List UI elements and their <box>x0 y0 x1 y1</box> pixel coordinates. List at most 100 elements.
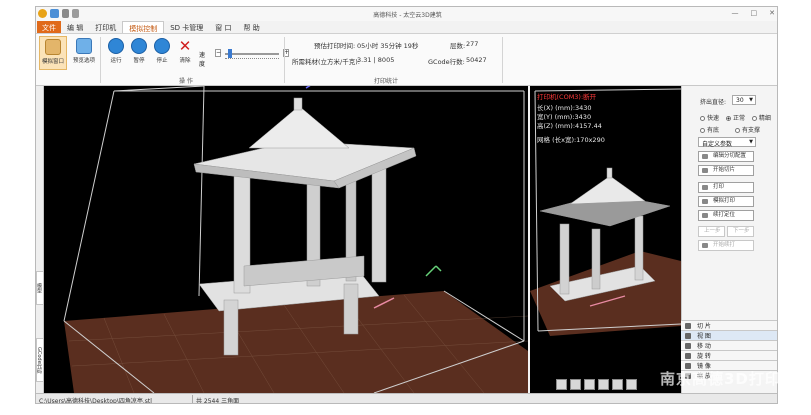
profile-select[interactable]: 自定义参数 ▼ <box>698 137 756 148</box>
rotate-icon <box>685 353 691 359</box>
nozzle-diameter-select[interactable]: 30 ▼ <box>732 95 756 105</box>
view-side-icon[interactable] <box>570 379 581 390</box>
layers-label: 层数: <box>450 42 466 50</box>
support-radio[interactable]: 有支撑 <box>734 127 760 134</box>
settings-icon <box>702 154 708 159</box>
file-path: C:\Users\高德科技\Desktop\四角凉亭.stl <box>39 398 152 404</box>
main-scene <box>63 86 528 393</box>
material-value: 3.31 | 8005 <box>357 56 395 64</box>
menu-help[interactable]: 帮 助 <box>238 21 266 33</box>
previous-step-button[interactable]: 上一步 <box>698 226 725 237</box>
speed-slider-ticks <box>225 58 279 60</box>
simulate-window-label: 模拟窗口 <box>41 59 64 65</box>
dimension-height: 高(Z) (mm):4157.44 <box>537 122 602 130</box>
slice-icon <box>685 323 691 329</box>
watermark: 南京高德3D打印 <box>660 370 781 388</box>
view-zoom-icon[interactable] <box>612 379 623 390</box>
material-label: 所需耗材(立方米/千克): <box>292 58 360 66</box>
start-slice-button[interactable]: 开始切片 <box>698 165 754 176</box>
play-icon <box>108 38 124 54</box>
side-3d-viewport[interactable] <box>530 86 681 393</box>
stop-icon <box>154 38 170 54</box>
simulate-window-button[interactable]: 模拟窗口 <box>39 36 67 70</box>
speed-label: 速度 <box>199 52 206 68</box>
left-tab-strip: 模型 GCode代码 <box>36 86 44 393</box>
status-separator <box>192 395 193 403</box>
menu-file[interactable]: 文件 <box>37 21 61 33</box>
ribbon: 模拟窗口 预览选项 运行 暂停 停止 ✕ 清除 速度 − + 操 作 预估打印时… <box>36 34 777 86</box>
menu-printer[interactable]: 打印机 <box>89 21 122 33</box>
simulate-icon <box>702 199 708 204</box>
profile-select-value: 自定义参数 <box>702 141 733 148</box>
preview-label: 预览选项 <box>72 58 95 64</box>
resume-position-button[interactable]: 续打定位 <box>698 210 754 221</box>
menu-edit[interactable]: 编 辑 <box>61 21 89 33</box>
nozzle-diameter-value: 30 <box>736 97 744 104</box>
print-button[interactable]: 打印 <box>698 182 754 193</box>
application-window: 高德科技 - 太空云3D建筑 — □ ✕ 文件 编 辑 打印机 模拟控制 SD … <box>35 6 778 404</box>
grid-size: 网格 (长x宽):170x290 <box>537 136 605 144</box>
minimize-button[interactable]: — <box>732 9 739 17</box>
menu-simulation-control[interactable]: 模拟控制 <box>122 21 165 33</box>
maximize-button[interactable]: □ <box>751 9 758 17</box>
side-floor <box>530 251 681 336</box>
ribbon-separator <box>502 37 503 83</box>
accordion-view[interactable]: 视 图 <box>681 330 777 340</box>
print-time-label: 预估打印时间: <box>314 42 356 50</box>
start-resume-button[interactable]: 开始续打 <box>698 240 754 251</box>
print-stats-group-label: 打印统计 <box>373 78 398 85</box>
support-radio-group: 有底 有支撑 <box>700 125 760 134</box>
close-window-button[interactable]: ✕ <box>769 9 775 17</box>
window-title: 高德科技 - 太空云3D建筑 <box>373 12 442 19</box>
triangle-count: 共 2544 三角面 <box>196 398 240 404</box>
tab-gcode[interactable]: GCode代码 <box>36 338 44 382</box>
clear-icon: ✕ <box>178 37 192 55</box>
quality-fast-radio[interactable]: 快速 <box>700 115 719 122</box>
menu-bar: 文件 编 辑 打印机 模拟控制 SD 卡管理 窗 口 帮 助 <box>36 21 777 34</box>
side-scene <box>530 88 681 336</box>
view-top-icon[interactable] <box>584 379 595 390</box>
status-bar: C:\Users\高德科技\Desktop\四角凉亭.stl 共 2544 三角… <box>36 393 777 404</box>
view-reset-icon[interactable] <box>626 379 637 390</box>
accordion-move[interactable]: 移 动 <box>681 340 777 350</box>
view-toolbar <box>556 379 637 390</box>
main-3d-viewport[interactable] <box>44 86 528 393</box>
menu-window[interactable]: 窗 口 <box>209 21 237 33</box>
quality-radio-group: 快速 正常 精细 <box>700 113 771 122</box>
simulate-window-icon <box>45 39 61 55</box>
print-time-value: 05小时 35分钟 19秒 <box>357 42 419 50</box>
simulate-print-button[interactable]: 模拟打印 <box>698 196 754 207</box>
resume-icon <box>702 243 708 248</box>
pause-icon <box>131 38 147 54</box>
accordion-rotate[interactable]: 旋 转 <box>681 350 777 360</box>
speed-slider-track[interactable] <box>225 53 279 55</box>
chevron-down-icon: ▼ <box>749 97 753 103</box>
window-controls: — □ ✕ <box>732 9 776 17</box>
gcode-lines-value: 50427 <box>466 56 487 64</box>
chevron-down-icon: ▼ <box>749 139 753 145</box>
preview-options-button[interactable]: 预览选项 <box>70 36 98 70</box>
speed-slider-thumb[interactable] <box>227 49 232 58</box>
printer-connection-status: 打印机(COM3):断开 <box>537 93 597 101</box>
speed-decrease-button[interactable]: − <box>215 49 221 57</box>
slice-icon <box>702 168 708 173</box>
printer-icon <box>702 185 708 190</box>
operation-group-label: 操 作 <box>179 78 193 85</box>
raft-radio[interactable]: 有底 <box>700 127 719 134</box>
quality-fine-radio[interactable]: 精细 <box>751 115 771 122</box>
layers-value: 277 <box>466 40 479 48</box>
view-icon <box>685 333 691 339</box>
quality-normal-radio[interactable]: 正常 <box>725 115 745 122</box>
ribbon-separator <box>284 37 285 83</box>
clear-button[interactable]: ✕ 清除 <box>171 36 199 70</box>
preview-icon <box>76 38 92 54</box>
clear-label: 清除 <box>179 58 191 64</box>
accordion-slice[interactable]: 切 片 <box>681 320 777 330</box>
nozzle-diameter-label: 挤出直径: <box>700 99 727 106</box>
menu-sd-card[interactable]: SD 卡管理 <box>164 21 209 33</box>
next-step-button[interactable]: 下一步 <box>727 226 754 237</box>
view-iso-icon[interactable] <box>598 379 609 390</box>
tab-model[interactable]: 模型 <box>36 271 44 305</box>
edit-slice-config-button[interactable]: 编辑分切配置 <box>698 151 754 162</box>
view-front-icon[interactable] <box>556 379 567 390</box>
